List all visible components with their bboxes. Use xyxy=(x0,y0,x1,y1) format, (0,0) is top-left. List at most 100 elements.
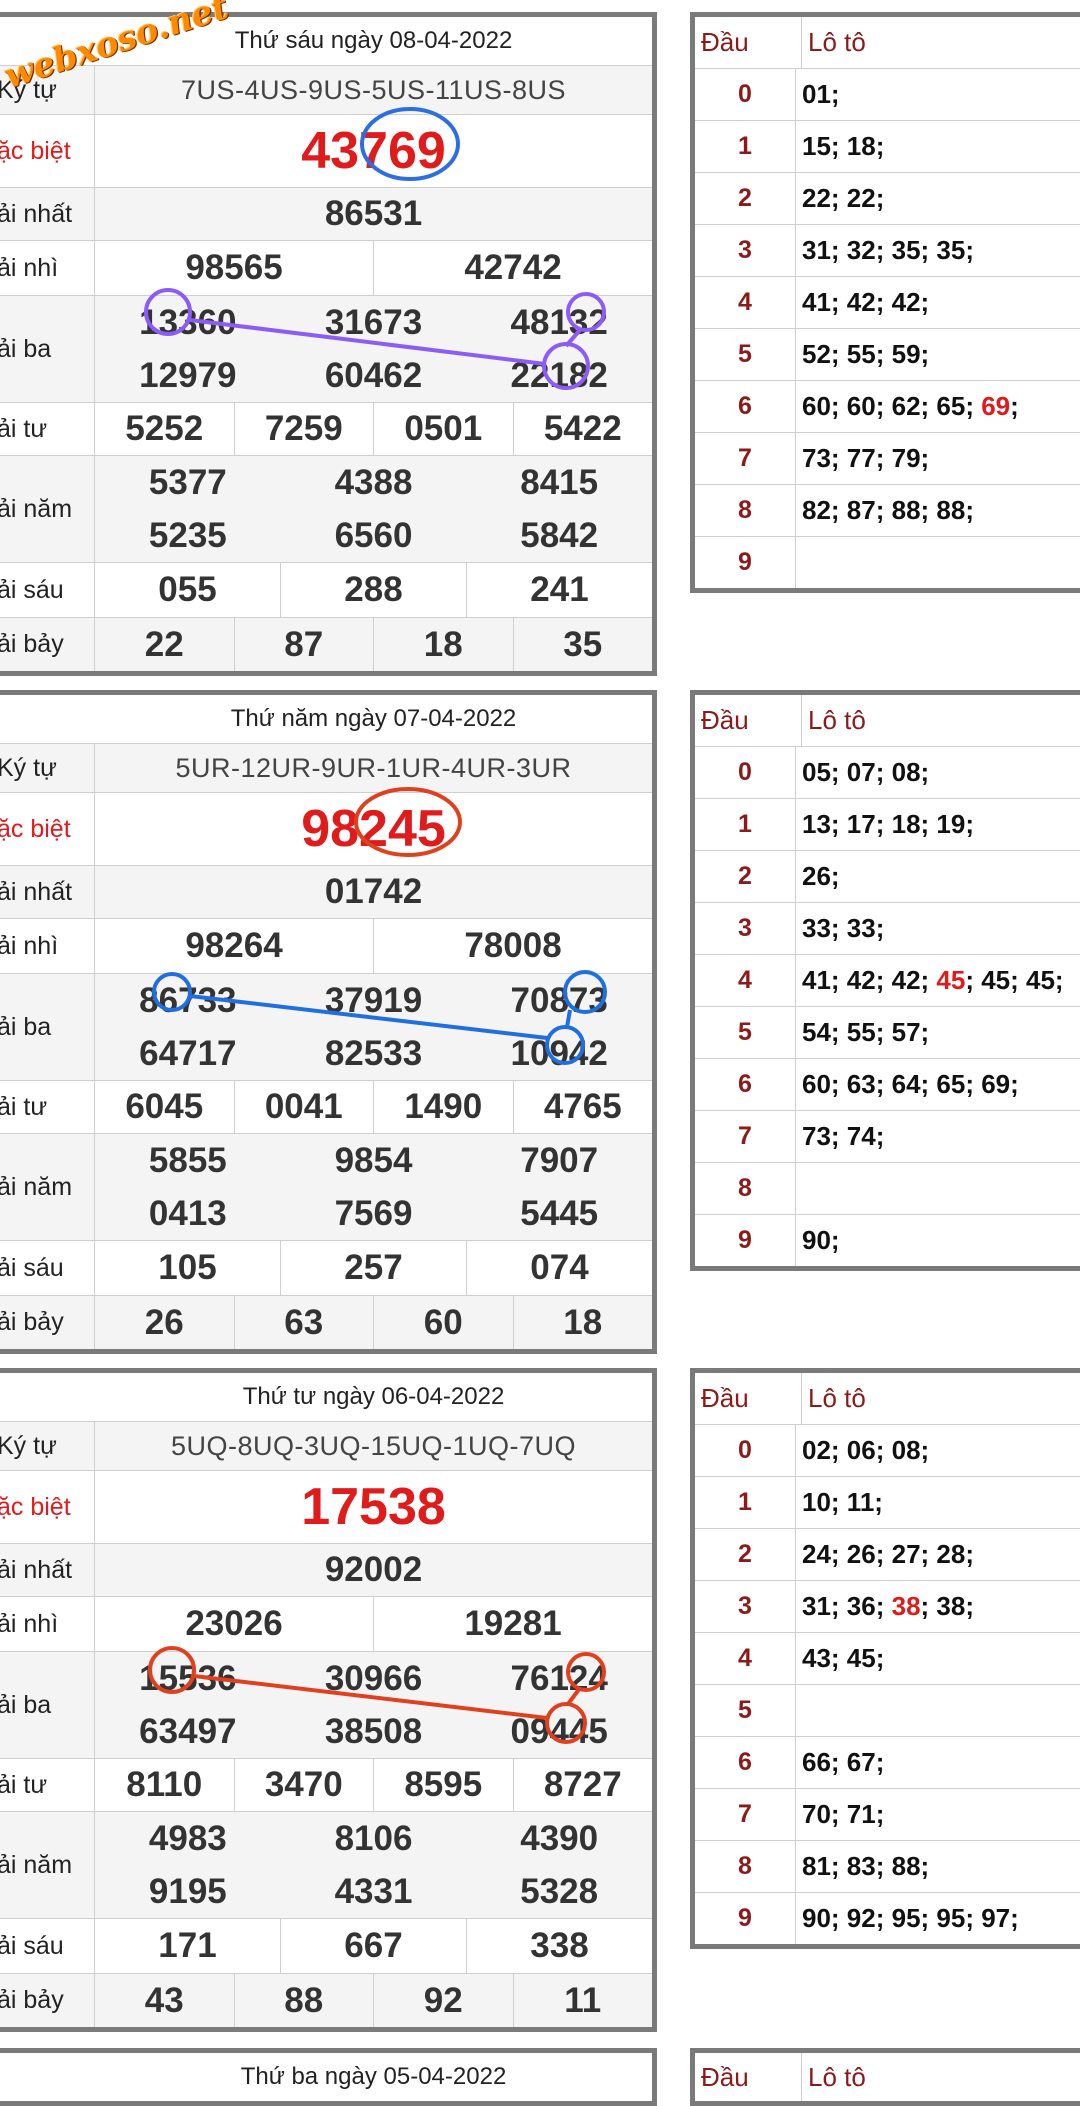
loto-head-digit: 9 xyxy=(695,1215,796,1266)
loto-head-digit: 7 xyxy=(695,1111,796,1162)
loto-head-digit: 5 xyxy=(695,1007,796,1058)
prize-number: 171 xyxy=(95,1919,281,1973)
loto-row: 2 22; 22; xyxy=(695,173,1080,225)
loto-head-digit: 8 xyxy=(695,1841,796,1892)
results-grid: Thứ năm ngày 07-04-2022 Ký tự 5UR-12UR-9UR… xyxy=(0,695,652,1349)
loto-values: 13; 17; 18; 19; xyxy=(796,799,1080,850)
loto-header-loto: Lô tô xyxy=(808,27,866,57)
loto-values-text: 13; 17; 18; 19; xyxy=(802,809,974,839)
prize-label-g4: ải tư xyxy=(0,1759,95,1811)
loto-values: 73; 77; 79; xyxy=(796,433,1080,484)
prize-line: 7US-4US-9US-5US-11US-8US xyxy=(95,66,652,114)
loto-row: 9 90; 92; 95; 95; 97; xyxy=(695,1893,1080,1944)
prize-number: 074 xyxy=(530,1248,589,1287)
prize-label-db: ặc biệt xyxy=(0,115,95,187)
results-table: Thứ năm ngày 07-04-2022 Ký tự 5UR-12UR-9UR… xyxy=(0,690,657,1354)
loto-header-dau: Đầu xyxy=(695,1373,802,1424)
results-row-g1: ải nhất 92002 xyxy=(0,1544,652,1597)
prize-values-g5: 4983 8106 4390 9195 4331 5328 xyxy=(95,1812,652,1918)
prize-values-kytu: 5UR-12UR-9UR-1UR-4UR-3UR xyxy=(95,744,652,792)
results-row-g7: ải bảy 22 87 18 35 xyxy=(0,618,652,671)
loto-values-text: 52; 55; 59; xyxy=(802,339,930,369)
prize-number: 19281 xyxy=(464,1604,562,1643)
loto-values-text: 66; 67; xyxy=(802,1747,885,1777)
loto-head-digit: 6 xyxy=(695,1737,796,1788)
loto-values: 05; 07; 08; xyxy=(796,747,1080,798)
prize-number: 9195 xyxy=(148,1871,227,1911)
prize-line: 5377 4388 8415 xyxy=(95,456,652,509)
loto-header-loto: Lô tô xyxy=(808,1383,866,1413)
loto-values-text: 05; 07; 08; xyxy=(802,757,930,787)
prize-label-g7: ải bảy xyxy=(0,618,95,671)
loto-header-loto: Lô tô xyxy=(808,705,866,735)
prize-values-g6: 171 667 338 xyxy=(95,1919,652,1973)
prize-values-db: 43769 xyxy=(95,115,652,187)
loto-header-row: Đầu Lô tô xyxy=(695,695,1080,747)
loto-row: 4 41; 42; 42; xyxy=(695,277,1080,329)
results-row-g5: ải năm 4983 8106 4390 9195 4331 5328 xyxy=(0,1812,652,1919)
prize-line: 5252 7259 0501 5422 xyxy=(95,403,652,455)
prize-number: 82533 xyxy=(324,1033,423,1073)
loto-values: 24; 26; 27; 28; xyxy=(796,1529,1080,1580)
special-prize-number: 43769 xyxy=(301,122,446,180)
prize-label-g7: ải bảy xyxy=(0,1974,95,2027)
loto-header-dau: Đầu xyxy=(695,17,802,68)
prize-line: 43769 xyxy=(95,115,652,187)
loto-row: 1 13; 17; 18; 19; xyxy=(695,799,1080,851)
loto-values-text: 22; 22; xyxy=(802,183,885,213)
prize-number: 15536 xyxy=(139,1658,237,1698)
loto-values-text: 54; 55; 57; xyxy=(802,1017,930,1047)
prize-line: 26 63 60 18 xyxy=(95,1296,652,1349)
prize-number: 257 xyxy=(281,1241,467,1295)
prize-number: 241 xyxy=(530,570,589,609)
prize-number: 11 xyxy=(564,1980,602,2020)
prize-number: 5445 xyxy=(520,1193,599,1233)
loto-values: 31; 32; 35; 35; xyxy=(796,225,1080,276)
results-row-g3: ải ba 15536 30966 76124 63497 38508 09445 xyxy=(0,1652,652,1759)
prize-number: 37919 xyxy=(324,980,423,1020)
loto-values: 70; 71; xyxy=(796,1789,1080,1840)
prize-number: 60 xyxy=(374,1296,514,1349)
loto-values-text: 26; xyxy=(802,861,840,891)
loto-row: 3 31; 32; 35; 35; xyxy=(695,225,1080,277)
prize-number: 1490 xyxy=(374,1081,514,1133)
loto-values-text: 01; xyxy=(802,79,840,109)
prize-number: 87 xyxy=(235,618,374,671)
prize-number: 86531 xyxy=(324,194,423,233)
prize-number: 63 xyxy=(235,1296,374,1349)
loto-row: 0 02; 06; 08; xyxy=(695,1425,1080,1477)
prize-number: 63497 xyxy=(139,1711,237,1751)
prize-number: 0413 xyxy=(148,1193,227,1233)
prize-label-g2: ải nhì xyxy=(0,1597,95,1651)
loto-head-digit: 8 xyxy=(695,485,796,536)
loto-row: 6 66; 67; xyxy=(695,1737,1080,1789)
prize-line: 6045 0041 1490 4765 xyxy=(95,1081,652,1133)
loto-highlight-number: 45 xyxy=(936,965,966,995)
loto-header-dau: Đầu xyxy=(695,2053,802,2101)
prize-number: 43 xyxy=(95,1974,235,2027)
loto-values xyxy=(796,1685,1080,1736)
loto-row: 4 43; 45; xyxy=(695,1633,1080,1685)
prize-label-g1: ải nhất xyxy=(0,188,95,240)
prize-label-g5: ải năm xyxy=(0,1812,95,1918)
loto-row: 7 73; 74; xyxy=(695,1111,1080,1163)
prize-number: 5842 xyxy=(520,515,599,555)
results-row-db: ặc biệt 17538 xyxy=(0,1471,652,1544)
prize-line: 5855 9854 7907 xyxy=(95,1134,652,1187)
results-row-g3: ải ba 86733 37919 70873 64717 82533 10942 xyxy=(0,974,652,1081)
prize-number: 22 xyxy=(95,618,235,671)
loto-values: 60; 60; 62; 65; 69; xyxy=(796,381,1080,432)
loto-values: 01; xyxy=(796,69,1080,120)
prize-values-g7: 22 87 18 35 xyxy=(95,618,652,671)
loto-values: 73; 74; xyxy=(796,1111,1080,1162)
results-grid: Thứ ba ngày 05-04-2022 xyxy=(0,2053,652,2101)
prize-number: 8415 xyxy=(520,462,599,502)
loto-header-loto: Lô tô xyxy=(808,2061,866,2092)
prize-label-g5: ải năm xyxy=(0,456,95,562)
results-row-g2: ải nhì 23026 19281 xyxy=(0,1597,652,1652)
prize-number: 4390 xyxy=(520,1818,599,1858)
loto-values: 31; 36; 38; 38; xyxy=(796,1581,1080,1632)
prize-values-kytu: 7US-4US-9US-5US-11US-8US xyxy=(95,66,652,114)
prize-number: 13360 xyxy=(139,302,237,342)
prize-number: 48132 xyxy=(510,302,608,342)
